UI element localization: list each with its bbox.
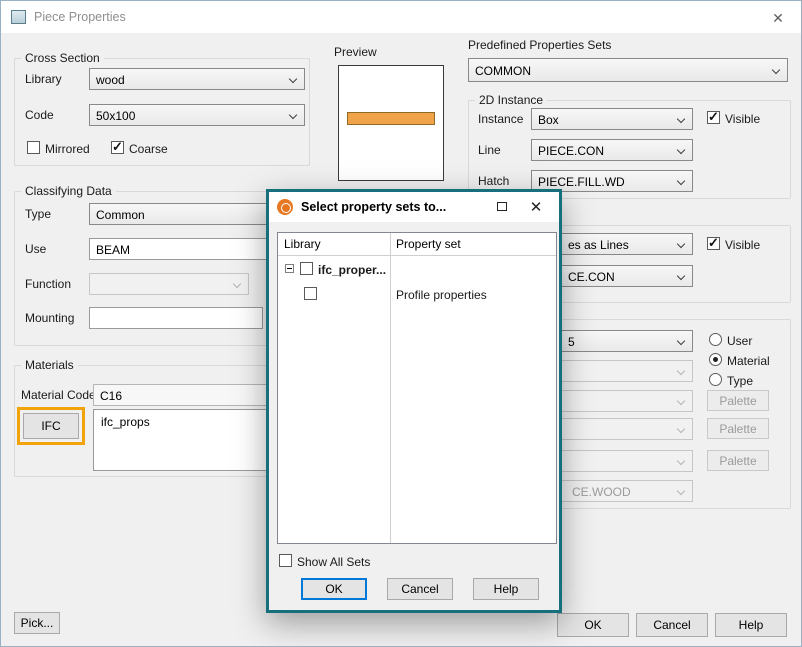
modal-title: Select property sets to...: [301, 200, 446, 214]
type-radio-label: Type: [727, 374, 753, 388]
column-header-property-set: Property set: [396, 237, 461, 251]
profile-preview-shape: [347, 112, 435, 125]
preview-canvas: [338, 65, 444, 181]
ifc-button[interactable]: IFC: [23, 413, 79, 439]
mounting-input[interactable]: [89, 307, 263, 329]
material-display-value: 5: [568, 335, 575, 349]
dialog-app-icon: [277, 199, 293, 215]
chevron-down-icon: [677, 177, 685, 185]
hatch-label: Hatch: [478, 174, 509, 188]
coarse-checkbox[interactable]: [111, 141, 124, 154]
palette-button-3: Palette: [707, 450, 769, 471]
mirrored-checkbox[interactable]: [27, 141, 40, 154]
use-label: Use: [25, 242, 46, 256]
user-radio[interactable]: [709, 333, 722, 346]
function-select: [89, 273, 249, 295]
chevron-down-icon: [233, 280, 241, 288]
instance-visible-label: Visible: [725, 112, 760, 126]
modal-close-icon[interactable]: ✕: [527, 198, 545, 216]
chevron-down-icon: [677, 240, 685, 248]
ok-button[interactable]: OK: [557, 613, 629, 637]
chevron-down-icon: [677, 115, 685, 123]
chevron-down-icon: [677, 367, 685, 375]
hatch-value: PIECE.FILL.WD: [538, 175, 625, 189]
preview-label: Preview: [334, 45, 377, 59]
property-sets-table[interactable]: Library Property set ifc_proper... Profi…: [277, 232, 557, 544]
material-code-label: Material Code: [21, 388, 96, 402]
classifying-data-group-label: Classifying Data: [21, 184, 116, 198]
material-radio[interactable]: [709, 353, 722, 366]
instance-value: Box: [538, 113, 559, 127]
instance-select[interactable]: Box: [531, 108, 693, 130]
instance-label: Instance: [478, 112, 523, 126]
show-all-sets-checkbox[interactable]: [279, 554, 292, 567]
modal-ok-button[interactable]: OK: [301, 578, 367, 600]
instance-2d-group-label: 2D Instance: [475, 93, 547, 107]
axes-visible-checkbox[interactable]: [707, 237, 720, 250]
palette-button-1: Palette: [707, 390, 769, 411]
chevron-down-icon: [677, 457, 685, 465]
modal-cancel-button[interactable]: Cancel: [387, 578, 453, 600]
chevron-down-icon: [677, 397, 685, 405]
axes-visible-label: Visible: [725, 238, 760, 252]
predefined-sets-label: Predefined Properties Sets: [468, 38, 611, 52]
materials-group-label: Materials: [21, 358, 78, 372]
chevron-down-icon: [677, 487, 685, 495]
user-radio-label: User: [727, 334, 752, 348]
tree-item-label[interactable]: ifc_proper...: [318, 263, 386, 277]
modal-help-button[interactable]: Help: [473, 578, 539, 600]
coarse-checkbox-label: Coarse: [129, 142, 168, 156]
ifc-properties-checkbox[interactable]: [300, 262, 313, 275]
mounting-label: Mounting: [25, 311, 74, 325]
cross-section-group-label: Cross Section: [21, 51, 104, 65]
select-property-sets-dialog: Select property sets to... ✕ Library Pro…: [266, 189, 562, 613]
line-label: Line: [478, 143, 501, 157]
wood-material-value: CE.WOOD: [572, 485, 631, 499]
chevron-down-icon: [289, 75, 297, 83]
chevron-down-icon: [772, 66, 780, 74]
app-icon: [11, 10, 26, 24]
piece-properties-window: Piece Properties ✕ Cross Section Library…: [0, 0, 802, 647]
type-label: Type: [25, 207, 51, 221]
cancel-button[interactable]: Cancel: [636, 613, 708, 637]
tree-child-property-label: Profile properties: [396, 288, 487, 302]
help-button[interactable]: Help: [715, 613, 787, 637]
close-icon[interactable]: ✕: [768, 8, 788, 28]
instance-visible-checkbox[interactable]: [707, 111, 720, 124]
column-divider: [390, 233, 391, 543]
title-bar: Piece Properties ✕: [1, 1, 801, 33]
chevron-down-icon: [677, 146, 685, 154]
code-select[interactable]: 50x100: [89, 104, 305, 126]
line-select[interactable]: PIECE.CON: [531, 139, 693, 161]
type-value: Common: [96, 208, 145, 222]
line-value: PIECE.CON: [538, 144, 604, 158]
header-divider: [278, 255, 556, 256]
window-title: Piece Properties: [34, 10, 126, 24]
chevron-down-icon: [677, 425, 685, 433]
chevron-down-icon: [677, 272, 685, 280]
mirrored-checkbox-label: Mirrored: [45, 142, 90, 156]
maximize-icon[interactable]: [497, 202, 507, 211]
palette-button-2: Palette: [707, 418, 769, 439]
chevron-down-icon: [677, 337, 685, 345]
pick-button[interactable]: Pick...: [14, 612, 60, 634]
library-label: Library: [25, 72, 62, 86]
column-header-library: Library: [284, 237, 321, 251]
axes-as-lines-value: es as Lines: [568, 238, 629, 252]
library-value: wood: [96, 73, 125, 87]
function-label: Function: [25, 277, 71, 291]
code-value: 50x100: [96, 109, 135, 123]
show-all-sets-label: Show All Sets: [297, 555, 370, 569]
library-select[interactable]: wood: [89, 68, 305, 90]
predefined-sets-select[interactable]: COMMON: [468, 58, 788, 82]
modal-title-bar: Select property sets to... ✕: [269, 192, 559, 222]
profile-properties-checkbox[interactable]: [304, 287, 317, 300]
type-radio[interactable]: [709, 373, 722, 386]
axes-line-value: CE.CON: [568, 270, 615, 284]
tree-collapse-icon[interactable]: [285, 264, 294, 273]
predefined-sets-value: COMMON: [475, 64, 531, 78]
code-label: Code: [25, 108, 54, 122]
chevron-down-icon: [289, 111, 297, 119]
material-radio-label: Material: [727, 354, 770, 368]
